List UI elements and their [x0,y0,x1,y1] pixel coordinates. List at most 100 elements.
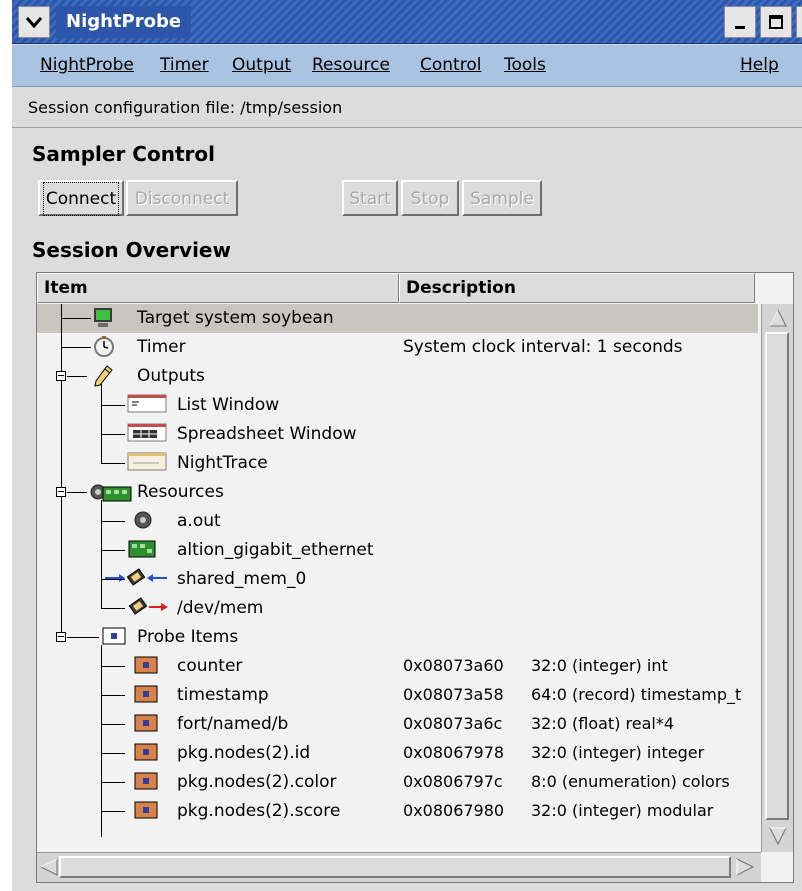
probe-address: 0x08073a58 [403,685,504,704]
vertical-scrollbar[interactable] [761,304,793,852]
tree-row[interactable]: Probe Items [37,623,758,652]
tree-row[interactable]: pkg.nodes(2).id 0x08067978 32:0 (integer) … [37,739,758,768]
tree-row-description: System clock interval: 1 seconds [403,337,683,357]
tree-row-label: a.out [177,511,221,531]
menu-timer-label: Timer [160,55,209,75]
sample-button[interactable]: Sample [462,180,542,216]
probe-item-icon [133,655,159,679]
tree-line [101,434,125,435]
stop-button-label: Stop [410,189,450,209]
chevron-down-icon [25,17,43,29]
tree-row-label: List Window [177,395,280,415]
scroll-down-arrow-icon[interactable] [768,826,788,846]
tree-line [101,500,102,608]
tree-row[interactable]: pkg.nodes(2).color 0x0806797c 8:0 (enumer… [37,768,758,797]
tree-row-label: Probe Items [137,627,239,647]
window-title: NightProbe [56,6,192,38]
maximize-button[interactable] [760,6,792,38]
tree-line [101,753,125,754]
column-header-description[interactable]: Description [399,273,755,303]
probe-address: 0x08073a60 [403,656,504,675]
column-header-item[interactable]: Item [37,273,399,303]
close-button[interactable] [796,6,802,38]
tree-row[interactable]: List Window [37,391,758,420]
collapse-toggle[interactable] [56,371,66,381]
tree-row[interactable]: /dev/mem [37,594,758,623]
probe-type: 32:0 (integer) int [531,656,668,675]
probe-item-icon [133,800,159,824]
resources-icon [87,481,133,507]
tree-row[interactable]: shared_mem_0 [37,565,758,594]
probe-address: 0x08067980 [403,801,505,820]
tree-row-label: altion_gigabit_ethernet [177,540,374,560]
menu-output[interactable]: Output [232,55,291,75]
tree-row[interactable]: timestamp 0x08073a58 64:0 (record) timesta… [37,681,758,710]
tree-row-label: Spreadsheet Window [177,424,357,444]
menu-timer[interactable]: Timer [160,55,209,75]
tree-row[interactable]: NightTrace [37,449,758,478]
tree-row[interactable]: Target system soybean [37,304,758,333]
tree-row-label: pkg.nodes(2).color [177,772,337,792]
menu-tools-label: Tools [504,55,546,75]
tree-row[interactable]: a.out [37,507,758,536]
tree-line [101,811,125,812]
minimize-button[interactable] [724,6,756,38]
start-button[interactable]: Start [342,180,398,216]
tree-row-label: /dev/mem [177,598,264,618]
tree-row[interactable]: Outputs [37,362,758,391]
probe-type: 8:0 (enumeration) colors [531,772,730,791]
disconnect-button[interactable]: Disconnect [126,180,238,216]
sampler-control-title: Sampler Control [32,142,215,166]
tree-line [101,645,102,811]
window-menu-button[interactable] [18,6,50,38]
probe-type: 32:0 (integer) integer [531,743,705,762]
probe-item-icon [133,742,159,766]
menu-output-label: Output [232,55,292,75]
menu-tools[interactable]: Tools [504,55,546,75]
tree-row-label: Timer [137,337,186,357]
tree-line [101,724,125,725]
memory-chip-icon [127,597,169,621]
tree-row-label: pkg.nodes(2).score [177,801,341,821]
vertical-scroll-thumb[interactable] [765,332,789,820]
tree-row[interactable]: fort/named/b 0x08073a6c 32:0 (float) real*… [37,710,758,739]
scroll-up-arrow-icon[interactable] [768,308,788,328]
tree-line [101,463,125,464]
session-config-bar: Session configuration file: /tmp/session [12,88,802,128]
session-tree[interactable]: Item Description Target system soybean Ti… [36,272,794,883]
menu-control[interactable]: Control [420,55,481,75]
tree-row-label: Target system soybean [137,308,334,328]
tree-row[interactable]: counter 0x08073a60 32:0 (integer) int [37,652,758,681]
scroll-left-arrow-icon[interactable] [39,857,59,877]
connect-button[interactable]: Connect [38,180,124,216]
title-bar[interactable]: NightProbe [12,0,802,44]
stop-button[interactable]: Stop [401,180,459,216]
tree-row[interactable]: Timer System clock interval: 1 seconds [37,333,758,362]
menu-nightprobe[interactable]: NightProbe [40,55,134,75]
tree-row[interactable]: Resources [37,478,758,507]
tree-row[interactable]: Spreadsheet Window [37,420,758,449]
probe-address: 0x08067978 [403,743,505,762]
probe-address: 0x0806797c [403,772,503,791]
tree-row-label: shared_mem_0 [177,569,307,589]
menu-help[interactable]: Help [740,55,779,75]
tree-row-label: pkg.nodes(2).id [177,743,311,763]
tree-line [101,384,102,463]
pencil-icon [93,365,113,391]
shared-memory-icon [103,568,169,592]
tree-row[interactable]: altion_gigabit_ethernet [37,536,758,565]
horizontal-scroll-thumb[interactable] [59,856,731,878]
collapse-toggle[interactable] [56,632,66,642]
tree-row[interactable]: pkg.nodes(2).score 0x08067980 32:0 (intege… [37,797,758,826]
tree-row-label: timestamp [177,685,269,705]
nighttrace-icon [127,452,167,476]
tree-line [61,347,91,348]
menu-resource[interactable]: Resource [312,55,390,75]
horizontal-scrollbar[interactable] [37,852,761,882]
session-config-text: Session configuration file: /tmp/session [28,98,343,117]
scroll-right-arrow-icon[interactable] [735,857,755,877]
collapse-toggle[interactable] [56,487,66,497]
tree-line [101,579,125,580]
nightprobe-window: NightProbe NightProbe Timer Output Resou… [12,0,802,891]
menu-bar: NightProbe Timer Output Resource Control… [12,45,802,87]
